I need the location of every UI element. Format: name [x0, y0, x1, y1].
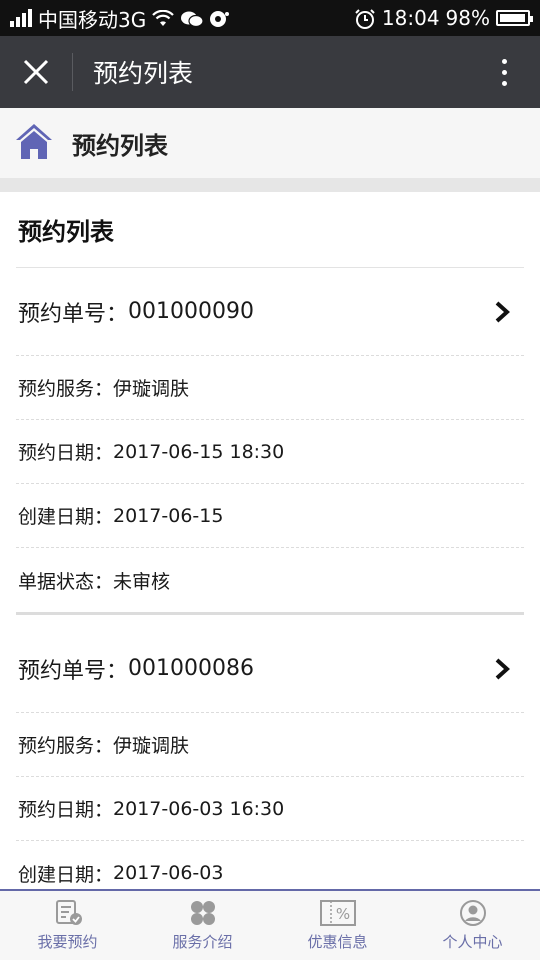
- service-label: 预约服务：: [18, 378, 114, 400]
- order-number-value: 001000086: [128, 656, 254, 681]
- chevron-right-icon[interactable]: [494, 301, 510, 323]
- service-value: 伊璇调肤: [113, 378, 190, 400]
- created-date-row: 创建日期： 2017-06-15: [16, 484, 524, 548]
- appointment-card[interactable]: 预约单号： 001000086 预约服务： 伊璇调肤 预约日期： 2017-06…: [16, 615, 524, 889]
- status-left: 中国移动3G: [10, 4, 230, 33]
- service-row: 预约服务： 伊璇调肤: [16, 356, 524, 420]
- service-value: 伊璇调肤: [113, 735, 190, 757]
- status-value: 未审核: [113, 570, 171, 593]
- tab-label: 服务介绍: [172, 933, 233, 951]
- appointment-card[interactable]: 预约单号： 001000090 预约服务： 伊璇调肤 预约日期： 2017-06…: [16, 268, 524, 615]
- tab-booking[interactable]: 我要预约: [0, 891, 135, 960]
- tab-label: 个人中心: [442, 933, 503, 951]
- tab-services[interactable]: 服务介绍: [135, 891, 270, 960]
- status-row: 单据状态： 未审核: [16, 548, 524, 612]
- created-date-value: 2017-06-03: [113, 862, 224, 884]
- title-bar: 预约列表: [0, 36, 540, 108]
- chevron-right-icon[interactable]: [494, 658, 510, 680]
- appointment-date-row: 预约日期： 2017-06-03 16:30: [16, 777, 524, 841]
- created-date-row: 创建日期： 2017-06-03: [16, 841, 524, 889]
- appointment-date-row: 预约日期： 2017-06-15 18:30: [16, 420, 524, 484]
- list-section-title: 预约列表: [16, 192, 524, 268]
- close-button[interactable]: [0, 36, 72, 108]
- appointment-date-label: 预约日期：: [18, 442, 114, 464]
- order-number-value: 001000090: [128, 299, 254, 324]
- tab-label: 优惠信息: [307, 933, 368, 951]
- user-icon: [459, 900, 486, 926]
- order-number-row[interactable]: 预约单号： 001000086: [16, 615, 524, 713]
- order-number-row[interactable]: 预约单号： 001000090: [16, 268, 524, 356]
- appointment-date-value: 2017-06-03 16:30: [113, 797, 285, 820]
- section-gap: [0, 178, 540, 192]
- title-divider: [72, 53, 73, 91]
- wifi-icon: [152, 9, 175, 27]
- grid-icon: [190, 901, 215, 925]
- page-header-title: 预约列表: [72, 131, 168, 160]
- service-row: 预约服务： 伊璇调肤: [16, 713, 524, 777]
- status-bar: 中国移动3G 18:04 98%: [0, 0, 540, 36]
- appointment-date-label: 预约日期：: [18, 799, 114, 821]
- appointment-list: 预约列表 预约单号： 001000090 预约服务： 伊璇调肤 预约日期： 20…: [0, 192, 540, 889]
- more-menu-button[interactable]: [468, 36, 540, 108]
- appointment-date-value: 2017-06-15 18:30: [113, 440, 285, 463]
- order-number-label: 预约单号：: [18, 658, 129, 684]
- bottom-tab-bar: 我要预约 服务介绍 % 优惠信息 个人中心: [0, 889, 540, 960]
- created-date-label: 创建日期：: [18, 506, 114, 528]
- battery-percent: 98%: [445, 6, 490, 30]
- clock-label: 18:04: [381, 6, 440, 30]
- booking-icon: [55, 900, 82, 925]
- svg-text:%: %: [335, 905, 349, 923]
- window-title: 预约列表: [93, 59, 194, 88]
- created-date-label: 创建日期：: [18, 863, 114, 886]
- status-label: 单据状态：: [18, 570, 114, 593]
- signal-icon: [10, 9, 32, 27]
- page-header: 预约列表: [0, 108, 540, 178]
- tab-profile[interactable]: 个人中心: [405, 891, 540, 960]
- close-icon: [23, 59, 49, 85]
- created-date-value: 2017-06-15: [113, 504, 224, 527]
- tab-label: 我要预约: [37, 933, 98, 951]
- status-right: 18:04 98%: [354, 6, 533, 30]
- home-icon[interactable]: [14, 121, 54, 165]
- more-dot-icon: [501, 58, 507, 64]
- wechat-icon: [180, 9, 204, 28]
- tab-discounts[interactable]: % 优惠信息: [270, 891, 405, 960]
- battery-icon: [496, 10, 533, 26]
- alarm-icon: [354, 9, 376, 29]
- notification-icon: [208, 9, 230, 27]
- more-dot-icon: [501, 69, 507, 75]
- service-label: 预约服务：: [18, 735, 114, 757]
- battery-fill: [500, 14, 526, 22]
- discount-icon: %: [319, 900, 356, 926]
- carrier-label: 中国移动3G: [38, 7, 147, 32]
- more-dot-icon: [501, 80, 507, 86]
- order-number-label: 预约单号：: [18, 301, 129, 327]
